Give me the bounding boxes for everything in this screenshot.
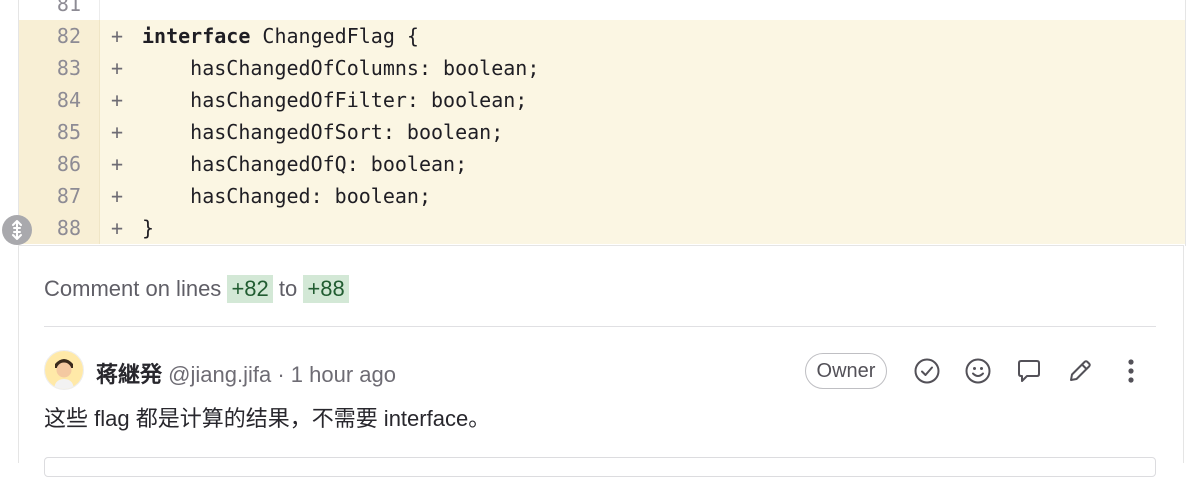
code-keyword: interface — [142, 24, 251, 48]
comment-on-connector: to — [278, 276, 298, 301]
diff-line: 88 + } — [19, 212, 1185, 244]
author-name[interactable]: 蒋継発 — [96, 362, 162, 387]
line-number[interactable]: 81 — [19, 0, 99, 20]
diff-line: 84 + hasChangedOfFilter: boolean; — [19, 84, 1185, 116]
role-badge: Owner — [805, 353, 887, 389]
note-header: 蒋継発 @jiang.jifa · 1 hour ago — [96, 357, 396, 389]
comment-line-range: Comment on lines +82 to +88 — [44, 275, 349, 303]
added-marker: + — [111, 56, 124, 80]
reply-icon[interactable] — [1014, 356, 1044, 386]
line-number[interactable]: 83 — [19, 52, 99, 84]
diff-line: 82 + interface ChangedFlag { — [19, 20, 1185, 52]
code-content: } — [142, 216, 155, 240]
edit-icon[interactable] — [1065, 356, 1095, 386]
added-marker: + — [111, 88, 124, 112]
line-end-badge: +88 — [303, 275, 349, 303]
diff-line: 83 + hasChangedOfColumns: boolean; — [19, 52, 1185, 84]
code-text: ChangedFlag { — [250, 24, 419, 48]
more-icon[interactable] — [1116, 356, 1146, 386]
added-marker: + — [111, 216, 124, 240]
diff-line: 87 + hasChanged: boolean; — [19, 180, 1185, 212]
code-content: hasChangedOfColumns: boolean; — [142, 56, 540, 80]
resolve-icon[interactable] — [912, 356, 942, 386]
added-marker: + — [111, 24, 124, 48]
added-marker: + — [111, 120, 124, 144]
note-body: 这些 flag 都是计算的结果，不需要 interface。 — [44, 406, 491, 431]
line-number[interactable]: 87 — [19, 180, 99, 212]
line-number[interactable]: 86 — [19, 148, 99, 180]
note-timestamp[interactable]: 1 hour ago — [291, 362, 396, 387]
code-content: interface ChangedFlag { — [142, 20, 419, 52]
line-start-badge: +82 — [227, 275, 273, 303]
avatar[interactable] — [44, 350, 84, 390]
code-content: hasChanged: boolean; — [142, 184, 431, 208]
diff-view: 81 82 + interface ChangedFlag { 83 + has… — [18, 0, 1186, 246]
added-marker: + — [111, 152, 124, 176]
code-content: hasChangedOfQ: boolean; — [142, 152, 468, 176]
line-number[interactable]: 82 — [19, 20, 99, 52]
reply-input[interactable] — [44, 457, 1156, 477]
line-number[interactable]: 84 — [19, 84, 99, 116]
drag-handle-icon[interactable] — [2, 215, 32, 245]
line-number[interactable]: 85 — [19, 116, 99, 148]
diff-line: 85 + hasChangedOfSort: boolean; — [19, 116, 1185, 148]
code-content: hasChangedOfFilter: boolean; — [142, 88, 528, 112]
added-marker: + — [111, 184, 124, 208]
emoji-icon[interactable] — [963, 356, 993, 386]
diff-line: 86 + hasChangedOfQ: boolean; — [19, 148, 1185, 180]
comment-on-label: Comment on lines — [44, 276, 222, 301]
author-username[interactable]: @jiang.jifa — [168, 362, 271, 387]
diff-line: 81 — [19, 0, 1185, 20]
code-content: hasChangedOfSort: boolean; — [142, 120, 504, 144]
meta-separator: · — [277, 362, 285, 387]
